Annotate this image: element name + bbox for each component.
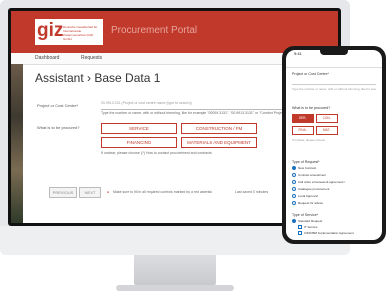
- portal-title: Procurement Portal: [111, 25, 198, 36]
- unclear-note[interactable]: If unclear, please choose (?) How to con…: [101, 151, 212, 155]
- option-service-button[interactable]: SERVICE: [101, 123, 177, 134]
- option-materials-button[interactable]: MATERIALS AND EQUIPMENT: [181, 137, 257, 148]
- monitor-stand: [134, 255, 216, 285]
- phone: 9:41 Project or Cost Centre* Type the nu…: [282, 46, 386, 244]
- project-input[interactable]: 00.9913.331 (Project or cost centre name…: [101, 101, 301, 110]
- phone-unclear-note[interactable]: If unclear, please choose: [292, 138, 325, 142]
- giz-logo-text: giz: [37, 20, 64, 41]
- nav-requests[interactable]: Requests: [81, 55, 102, 61]
- phone-radio-local-approval[interactable]: [292, 194, 296, 198]
- phone-radio-catalogue[interactable]: [292, 187, 296, 191]
- required-note: Make sure to fill in all required contro…: [113, 190, 213, 194]
- saved-note: Last saved 0 minutes: [235, 190, 269, 194]
- phone-request-type-2: Call order a framework agreement /: [298, 180, 346, 184]
- phone-time: 9:41: [294, 51, 302, 56]
- procure-label: What is to be procured?: [37, 125, 80, 130]
- phone-project-label: Project or Cost Centre*: [292, 72, 329, 76]
- project-label: Project or Cost Centre*: [37, 103, 79, 108]
- side-background-image: [11, 64, 23, 223]
- phone-request-type-4: Local Approval: [298, 194, 318, 198]
- phone-procure-label: What is to be procured?: [292, 106, 331, 110]
- phone-project-hint: Type the number or name, with or without…: [292, 87, 376, 91]
- phone-service-button[interactable]: SER..: [292, 114, 314, 123]
- monitor-foot: [116, 285, 234, 291]
- required-note-icon: ●: [107, 190, 110, 194]
- option-construction-button[interactable]: CONSTRUCTION / FM: [181, 123, 257, 134]
- phone-service-type-0: Standard Request: [298, 219, 323, 223]
- phone-financing-button[interactable]: FINA..: [292, 126, 314, 135]
- page-title: Assistant › Base Data 1: [35, 71, 161, 85]
- previous-button[interactable]: PREVIOUS: [49, 187, 77, 198]
- phone-status-bar: 9:41: [286, 50, 382, 58]
- phone-screen: 9:41 Project or Cost Centre* Type the nu…: [286, 50, 382, 240]
- phone-url-bar[interactable]: [286, 58, 382, 68]
- phone-materials-button[interactable]: MAT..: [316, 126, 338, 135]
- option-financing-button[interactable]: FINANCING: [101, 137, 177, 148]
- phone-radio-advice[interactable]: [292, 201, 296, 205]
- phone-request-type-0: New Contract: [298, 166, 317, 170]
- phone-request-type-3: Catalogue procurement: [298, 187, 330, 191]
- giz-logo[interactable]: giz Deutsche Gesellschaft für Internatio…: [35, 19, 103, 45]
- phone-radio-call-order[interactable]: [292, 180, 296, 184]
- phone-project-input[interactable]: [292, 78, 376, 85]
- phone-check-it-service[interactable]: [298, 225, 302, 229]
- next-button[interactable]: NEXT: [79, 187, 101, 198]
- phone-radio-new-contract[interactable]: [292, 166, 296, 170]
- phone-radio-standard[interactable]: [292, 219, 296, 223]
- phone-request-type-5: Request for advice: [298, 201, 324, 205]
- phone-construction-button[interactable]: CON..: [316, 114, 338, 123]
- phone-request-type-label: Type of Request*: [292, 160, 320, 164]
- phone-service-type-1: IT Service: [304, 225, 318, 229]
- phone-check-cim[interactable]: [298, 231, 302, 235]
- project-placeholder: 00.9913.331 (Project or cost centre name…: [101, 101, 192, 105]
- giz-logo-subtext: Deutsche Gesellschaft für Internationale…: [63, 25, 98, 41]
- phone-request-type-1: Contract amendment: [298, 173, 327, 177]
- phone-service-type-label: Type of Service*: [292, 213, 319, 217]
- nav-dashboard[interactable]: Dashboard: [35, 55, 59, 61]
- phone-service-type-2: CIM/CBM Implementation Agreement: [304, 231, 354, 235]
- phone-radio-amendment[interactable]: [292, 173, 296, 177]
